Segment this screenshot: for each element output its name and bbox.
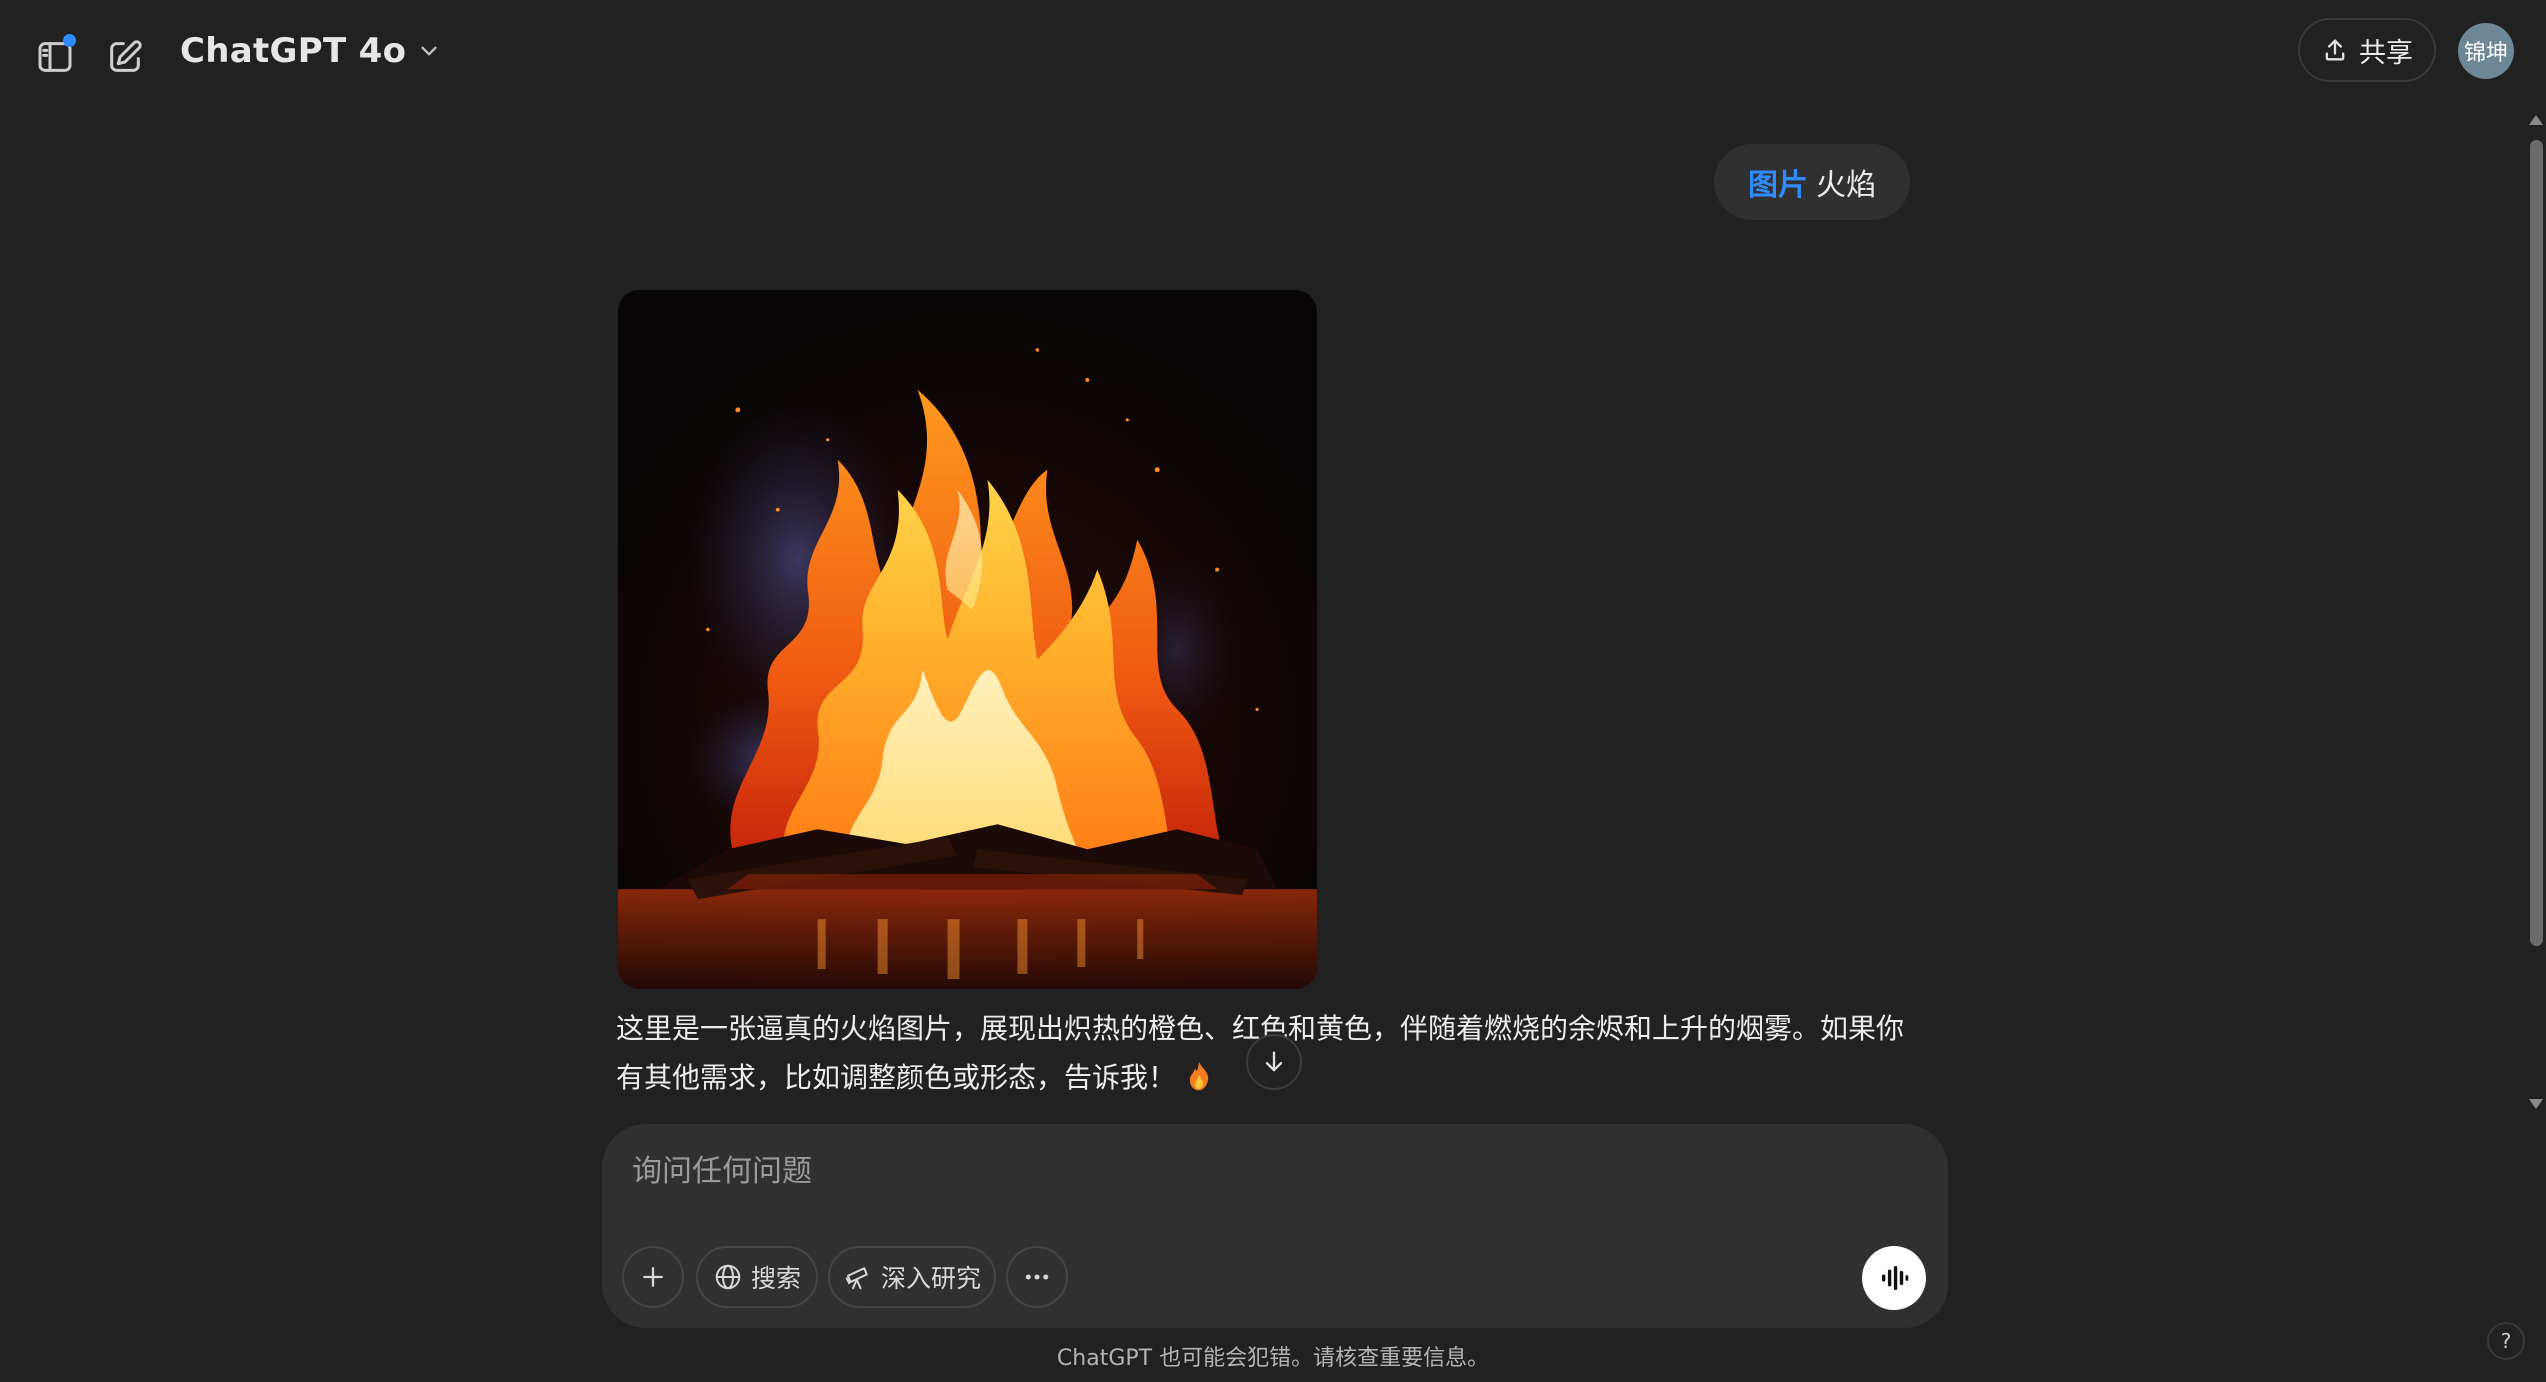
chatgpt-page: ChatGPT 4o 共享 锦坤 图片 火焰 这里是一张逼真的火焰图片，展现出炽…	[0, 0, 2546, 1382]
message-input[interactable]	[630, 1146, 1834, 1196]
voice-mode-button[interactable]	[1862, 1246, 1926, 1310]
model-name: ChatGPT 4o	[180, 31, 407, 71]
voice-wave-icon	[1881, 1265, 1909, 1291]
more-dots-icon	[1025, 1274, 1049, 1280]
user-message-bubble: 图片 火焰	[1714, 144, 1910, 220]
generated-fire-image[interactable]	[618, 290, 1317, 989]
scroll-down-arrow-icon[interactable]	[2527, 1096, 2545, 1112]
share-label: 共享	[2359, 37, 2413, 69]
sidebar-toggle-button[interactable]	[28, 30, 82, 84]
search-button[interactable]: 搜索	[696, 1246, 818, 1308]
chevron-down-icon	[421, 46, 437, 56]
arrow-down-icon	[1265, 1051, 1283, 1072]
model-selector[interactable]: ChatGPT 4o	[180, 28, 442, 74]
scroll-to-bottom-button[interactable]	[1246, 1034, 1302, 1090]
plus-icon	[643, 1267, 663, 1287]
search-label: 搜索	[750, 1264, 801, 1293]
fire-image-graphic	[618, 290, 1317, 989]
notification-dot	[63, 34, 76, 47]
top-bar: ChatGPT 4o 共享 锦坤	[0, 0, 2546, 102]
scroll-up-arrow-icon[interactable]	[2527, 112, 2545, 128]
deep-research-label: 深入研究	[880, 1264, 981, 1293]
avatar[interactable]: 锦坤	[2458, 23, 2514, 79]
disclaimer-text: ChatGPT 也可能会犯错。请核查重要信息。	[1056, 1346, 1490, 1371]
new-chat-button[interactable]	[98, 30, 152, 84]
fire-emoji-icon	[1189, 1061, 1209, 1091]
more-tools-button[interactable]	[1006, 1246, 1068, 1308]
help-button[interactable]: ?	[2487, 1322, 2525, 1360]
share-icon	[2325, 39, 2345, 61]
image-tag: 图片	[1748, 168, 1808, 203]
new-chat-icon	[110, 40, 142, 72]
telescope-icon	[845, 1267, 868, 1290]
attach-button[interactable]	[622, 1246, 684, 1308]
message-composer: 搜索 深入研究	[602, 1124, 1948, 1328]
share-button[interactable]: 共享	[2298, 18, 2436, 82]
user-message-text: 火焰	[1816, 168, 1876, 203]
deep-research-button[interactable]: 深入研究	[828, 1246, 996, 1308]
scrollbar-thumb[interactable]	[2530, 140, 2543, 946]
globe-icon	[715, 1264, 741, 1290]
